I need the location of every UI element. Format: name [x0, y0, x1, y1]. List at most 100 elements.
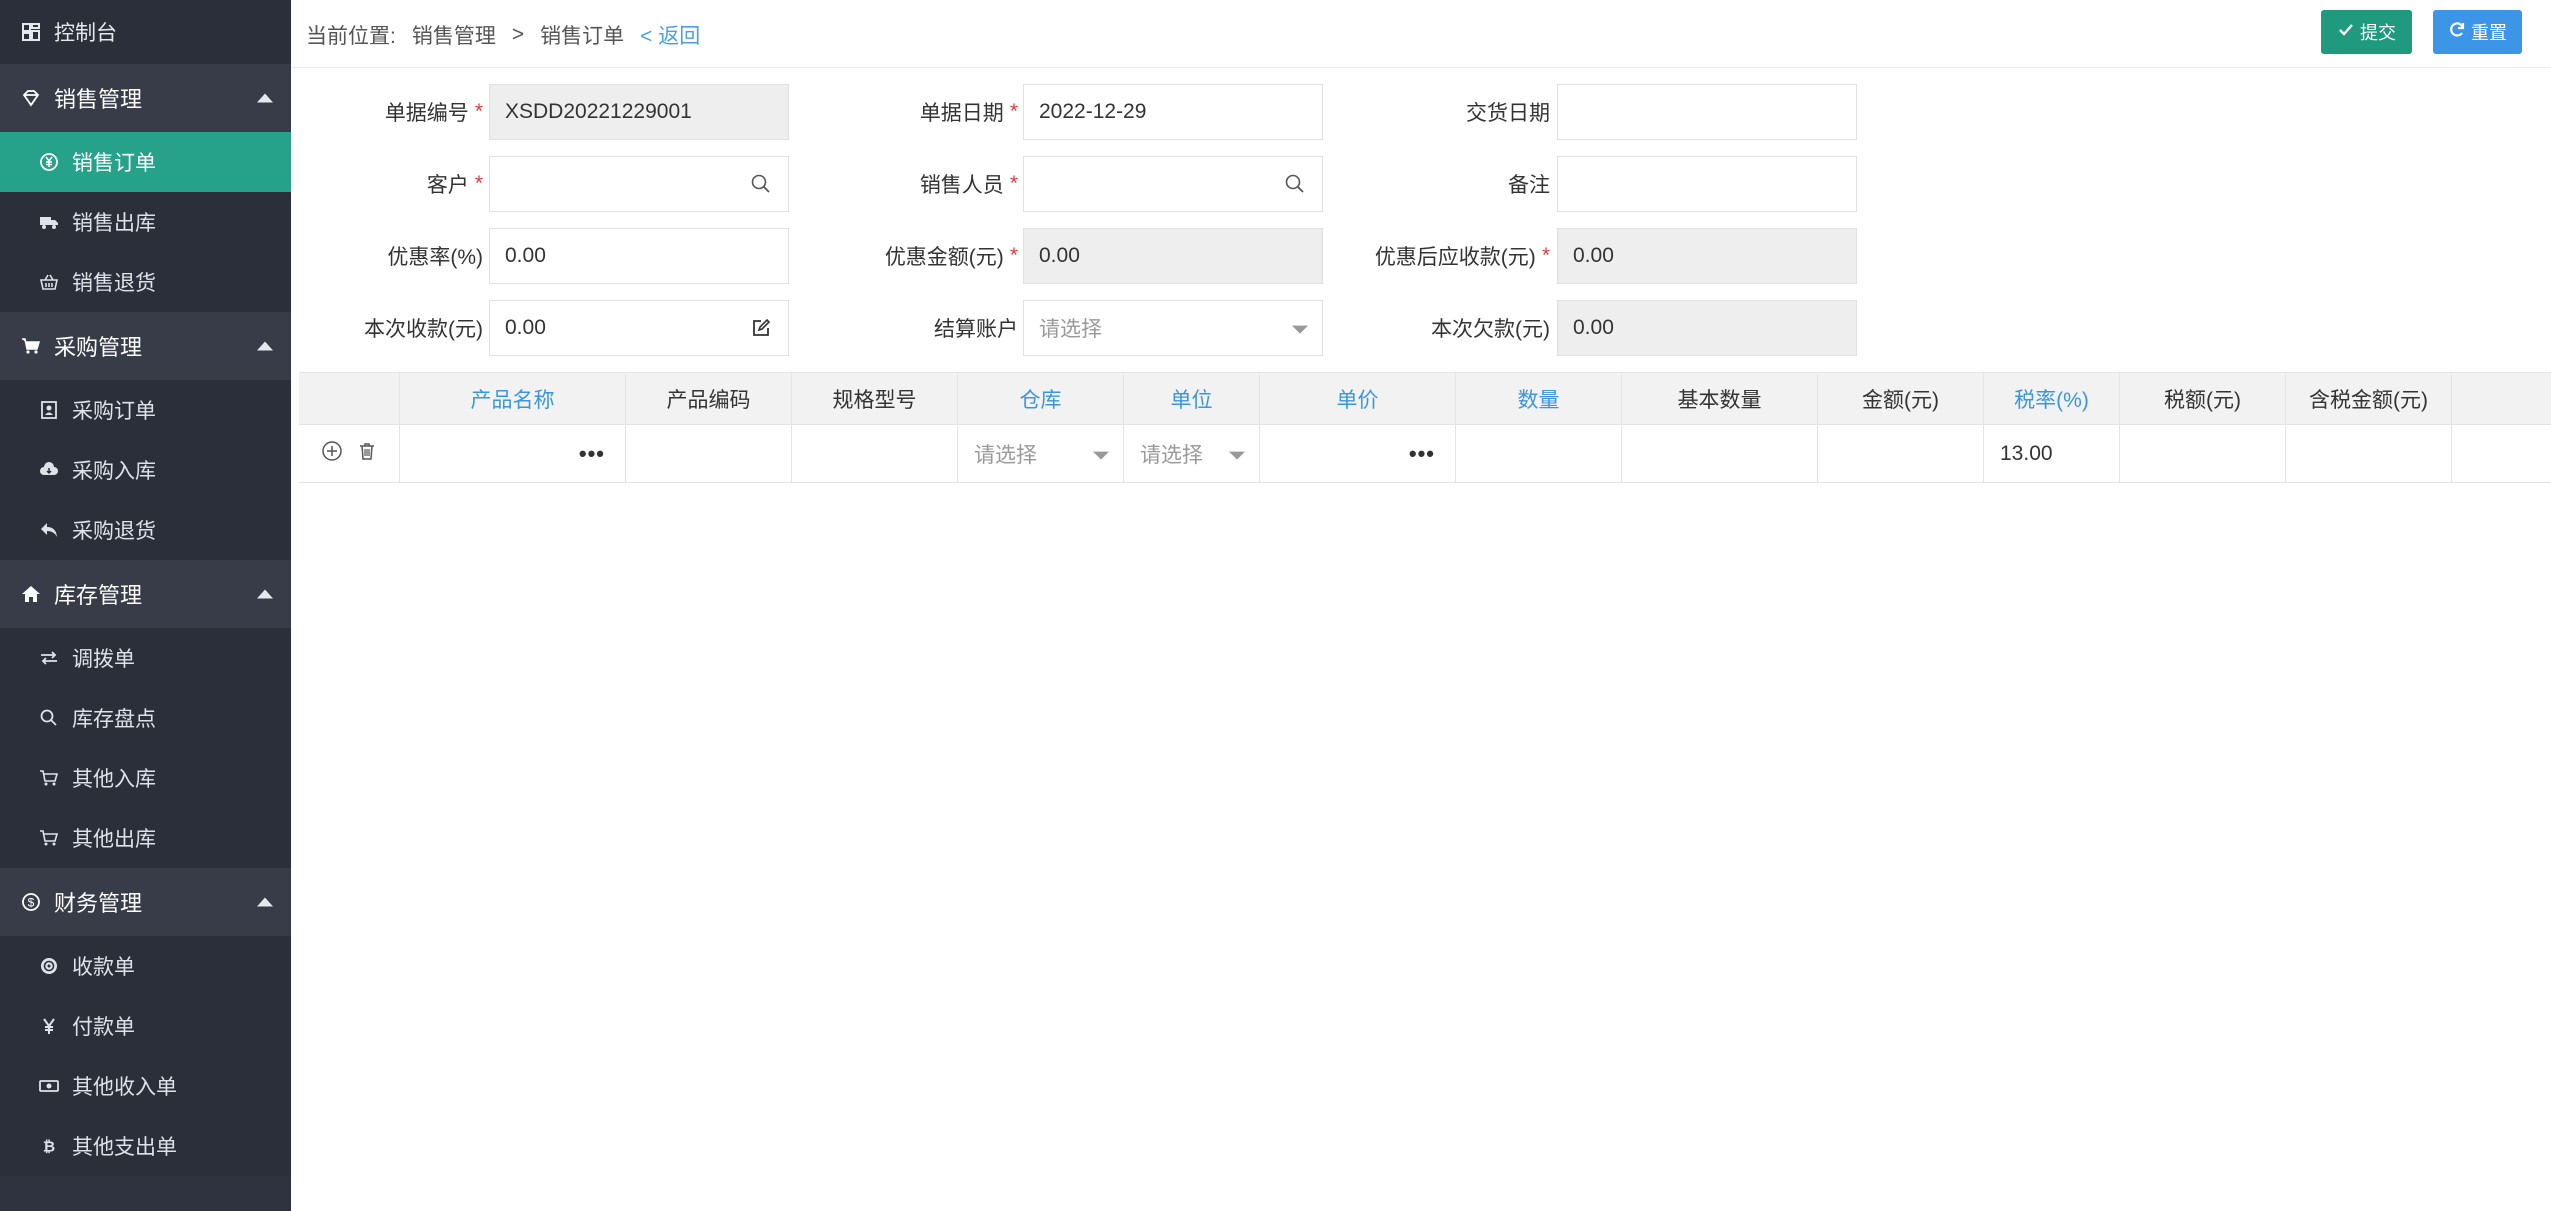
- chevron-down-icon: [1292, 325, 1308, 334]
- sidebar-item-stocktake[interactable]: 库存盘点: [0, 688, 291, 748]
- id-card-icon: [38, 399, 60, 421]
- customer-label: 客户 *: [426, 172, 483, 197]
- truck-icon: [38, 211, 60, 233]
- delivery-date-field[interactable]: [1557, 84, 1857, 140]
- salesperson-field[interactable]: [1023, 156, 1323, 212]
- remark-field[interactable]: [1557, 156, 1857, 212]
- grid-header-spec[interactable]: 规格型号: [792, 373, 958, 424]
- product-grid: 产品名称 产品编码 规格型号 仓库 单位 单价 数量 基本数量 金额(元) 税率…: [299, 372, 2551, 483]
- grid-header-actions: [299, 373, 400, 424]
- reset-label: 重置: [2471, 23, 2507, 43]
- edit-icon[interactable]: [750, 317, 772, 339]
- unit-placeholder: 请选择: [1140, 443, 1203, 467]
- bitcoin-icon: ₿: [38, 1135, 60, 1157]
- table-row: ••• 请选择 请选择 ••• 13.00: [299, 425, 2551, 483]
- sidebar-item-receipt[interactable]: 收款单: [0, 936, 291, 996]
- more-icon[interactable]: •••: [579, 442, 605, 465]
- reply-icon: [38, 519, 60, 541]
- chevron-down-icon: [1229, 451, 1245, 460]
- doc-no-label: 单据编号 *: [384, 100, 483, 125]
- discount-amount-label: 优惠金额(元) *: [884, 244, 1018, 269]
- cell-product-code[interactable]: [626, 425, 792, 482]
- cell-unit-price[interactable]: •••: [1260, 425, 1456, 482]
- grid-header-product-name[interactable]: 产品名称: [400, 373, 626, 424]
- cell-base-quantity[interactable]: [1622, 425, 1818, 482]
- sidebar-group-sales[interactable]: 销售管理: [0, 64, 291, 132]
- grid-header-warehouse[interactable]: 仓库: [958, 373, 1124, 424]
- warehouse-placeholder: 请选择: [974, 443, 1037, 467]
- grid-header-tax-amount[interactable]: 税额(元): [2120, 373, 2286, 424]
- sidebar-item-label: 采购退货: [72, 520, 156, 543]
- search-icon[interactable]: [1284, 173, 1306, 195]
- cell-quantity[interactable]: [1456, 425, 1622, 482]
- customer-field[interactable]: [489, 156, 789, 212]
- sidebar-item-sales-order[interactable]: 销售订单: [0, 132, 291, 192]
- sidebar-item-other-inbound[interactable]: 其他入库: [0, 748, 291, 808]
- sidebar-item-label: 调拨单: [72, 648, 135, 671]
- sidebar-item-purchase-return[interactable]: 采购退货: [0, 500, 291, 560]
- breadcrumb-separator: >: [511, 23, 525, 46]
- sidebar-group-inventory[interactable]: 库存管理: [0, 560, 291, 628]
- cell-tax-amount[interactable]: [2120, 425, 2286, 482]
- sidebar-item-other-expense[interactable]: ₿ 其他支出单: [0, 1116, 291, 1176]
- grid-header-product-code[interactable]: 产品编码: [626, 373, 792, 424]
- sidebar-item-purchase-inbound[interactable]: 采购入库: [0, 440, 291, 500]
- money-icon: [38, 1075, 60, 1097]
- sidebar-item-sales-return[interactable]: 销售退货: [0, 252, 291, 312]
- back-link[interactable]: < 返回: [640, 20, 700, 50]
- cart-outline-icon: [38, 827, 60, 849]
- sidebar-item-other-outbound[interactable]: 其他出库: [0, 808, 291, 868]
- cell-amount-incl-tax[interactable]: [2286, 425, 2452, 482]
- account-select[interactable]: 请选择: [1023, 300, 1323, 356]
- received-now-field[interactable]: 0.00: [489, 300, 789, 356]
- cell-tax-rate[interactable]: 13.00: [1984, 425, 2120, 482]
- grid-header-tax-rate[interactable]: 税率(%): [1984, 373, 2120, 424]
- sidebar-group-finance[interactable]: $ 财务管理: [0, 868, 291, 936]
- yen-circle-icon: [38, 151, 60, 173]
- sidebar-item-other-income[interactable]: 其他收入单: [0, 1056, 291, 1116]
- sidebar: 控制台 销售管理 销售订单 销售出库 销售退货 采购管理 采购订单 采购入库 采…: [0, 0, 291, 1211]
- tax-rate-value: 13.00: [2000, 441, 2053, 465]
- doc-date-label: 单据日期 *: [919, 100, 1018, 125]
- submit-button[interactable]: 提交: [2321, 10, 2412, 54]
- sidebar-item-label: 其他出库: [72, 828, 156, 851]
- sidebar-item-dashboard[interactable]: 控制台: [0, 0, 291, 64]
- search-icon[interactable]: [750, 173, 772, 195]
- sidebar-group-purchase[interactable]: 采购管理: [0, 312, 291, 380]
- reset-button[interactable]: 重置: [2433, 10, 2522, 54]
- doc-no-field: XSDD20221229001: [489, 84, 789, 140]
- grid-header-unit-price[interactable]: 单价: [1260, 373, 1456, 424]
- sidebar-item-label: 销售退货: [72, 272, 156, 295]
- search-icon: [38, 707, 60, 729]
- sidebar-item-purchase-order[interactable]: 采购订单: [0, 380, 291, 440]
- sidebar-group-label: 销售管理: [54, 87, 143, 112]
- discount-rate-field[interactable]: 0.00: [489, 228, 789, 284]
- more-icon[interactable]: •••: [1409, 442, 1435, 465]
- caret-up-icon: [257, 897, 273, 907]
- check-icon: [2337, 21, 2355, 44]
- cell-amount[interactable]: [1818, 425, 1984, 482]
- doc-date-field[interactable]: 2022-12-29: [1023, 84, 1323, 140]
- sidebar-item-payment[interactable]: 付款单: [0, 996, 291, 1056]
- sidebar-item-label: 控制台: [54, 22, 117, 45]
- grid-header-base-quantity[interactable]: 基本数量: [1622, 373, 1818, 424]
- cell-product-name[interactable]: •••: [400, 425, 626, 482]
- cell-warehouse-select[interactable]: 请选择: [958, 425, 1124, 482]
- sidebar-item-transfer[interactable]: 调拨单: [0, 628, 291, 688]
- diamond-icon: [20, 87, 42, 109]
- sidebar-item-sales-outbound[interactable]: 销售出库: [0, 192, 291, 252]
- grid-header-unit[interactable]: 单位: [1124, 373, 1260, 424]
- caret-up-icon: [257, 341, 273, 351]
- trash-icon[interactable]: [357, 441, 377, 467]
- grid-header: 产品名称 产品编码 规格型号 仓库 单位 单价 数量 基本数量 金额(元) 税率…: [299, 372, 2551, 425]
- cell-unit-select[interactable]: 请选择: [1124, 425, 1260, 482]
- grid-header-amount[interactable]: 金额(元): [1818, 373, 1984, 424]
- debt-now-field: 0.00: [1557, 300, 1857, 356]
- account-label: 结算账户: [934, 318, 1018, 341]
- cell-spec[interactable]: [792, 425, 958, 482]
- sidebar-item-label: 其他入库: [72, 768, 156, 791]
- breadcrumb-level-1[interactable]: 销售管理: [412, 20, 496, 50]
- grid-header-quantity[interactable]: 数量: [1456, 373, 1622, 424]
- grid-header-amount-incl-tax[interactable]: 含税金额(元): [2286, 373, 2452, 424]
- add-row-icon[interactable]: [321, 440, 343, 468]
